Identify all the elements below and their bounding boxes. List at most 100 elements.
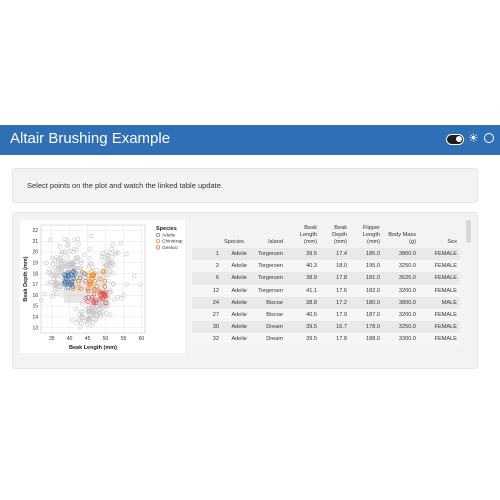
- y-tick-label: 17: [32, 282, 38, 288]
- table-cell: 2: [215, 263, 219, 270]
- table-cell: FEMALE: [434, 275, 457, 282]
- app-root: Altair Brushing Example ☀ Select points …: [0, 0, 500, 500]
- table-cell: Adelie: [231, 287, 247, 294]
- sun-icon[interactable]: ☀: [468, 132, 480, 144]
- col-header-species: Species: [224, 239, 244, 245]
- table-cell: Adelie: [231, 336, 247, 343]
- legend-label-chinstrap: Chinstrap: [162, 239, 183, 245]
- table-scrollbar[interactable]: [466, 220, 471, 243]
- table-cell: 17.6: [336, 287, 347, 294]
- app-header: Altair Brushing Example ☀: [0, 125, 500, 155]
- y-tick-label: 21: [32, 239, 38, 245]
- table-row: 30 Adelie Dream 39.5 16.7 178.0 3250.0 FEMALE: [192, 321, 460, 334]
- data-table: Species Island Beak Length (mm) Beak Dep…: [192, 220, 460, 346]
- col-header-sex: Sex: [447, 239, 457, 245]
- table-cell: 181.0: [366, 275, 380, 282]
- table-cell: 180.0: [366, 299, 380, 306]
- data-point-unselected: [109, 246, 114, 251]
- legend-label-gentoo: Gentoo: [162, 245, 178, 251]
- table-cell: Torgersen: [258, 263, 283, 270]
- table-cell: 17.9: [336, 312, 347, 319]
- y-tick-label: 14: [32, 315, 38, 321]
- y-tick-label: 20: [32, 250, 38, 256]
- table-cell: FEMALE: [434, 312, 457, 319]
- table-cell: 38.9: [306, 275, 317, 282]
- linked-table: Species Island Beak Length (mm) Beak Dep…: [192, 220, 460, 353]
- table-cell: FEMALE: [434, 287, 457, 294]
- data-point-unselected: [85, 322, 90, 327]
- x-tick-label: 45: [85, 336, 91, 342]
- data-point-unselected: [70, 317, 76, 323]
- data-point-unselected: [74, 247, 80, 253]
- y-axis-title: Beak Depth (mm): [23, 256, 29, 301]
- data-point-unselected: [57, 244, 63, 249]
- data-point-unselected: [110, 255, 115, 260]
- data-point-unselected: [74, 319, 80, 325]
- table-cell: 186.0: [366, 251, 380, 258]
- data-point-unselected: [108, 312, 113, 317]
- table-cell: 24: [212, 299, 219, 306]
- table-cell: 39.5: [306, 324, 317, 331]
- table-row: 1 Adelie Torgersen 39.5 17.4 186.0 3800.0 FEMAL…: [192, 248, 460, 261]
- y-tick-label: 16: [32, 293, 38, 299]
- table-cell: MALE: [441, 299, 457, 306]
- legend-symbol-gentoo: [155, 245, 161, 250]
- table-cell: 6: [215, 275, 219, 282]
- data-point-unselected: [49, 256, 55, 261]
- data-point-unselected: [90, 319, 96, 325]
- table-cell: Dream: [266, 336, 283, 343]
- instructions-text: Select points on the plot and watch the …: [27, 181, 223, 190]
- table-cell: 3300.0: [398, 336, 416, 343]
- x-tick-label: 55: [121, 336, 127, 342]
- data-point-unselected: [106, 278, 111, 284]
- data-point-unselected: [76, 242, 81, 247]
- table-cell: 3800.0: [398, 251, 416, 258]
- table-row: 24 Adelie Biscoe 38.8 17.2 180.0 3800.0 MALE: [192, 296, 460, 309]
- page-title: Altair Brushing Example: [10, 130, 171, 147]
- table-cell: 3625.0: [398, 275, 416, 282]
- table-cell: 178.0: [366, 324, 380, 331]
- table-cell: 41.1: [306, 287, 317, 294]
- scatter-plot-svg[interactable]: 35 40 45 50 55 60 13 14 15 16 17 18 19 20 21 22 Beak Len…: [20, 220, 185, 353]
- data-point-unselected: [90, 264, 95, 270]
- data-point-unselected: [53, 291, 59, 297]
- table-cell: 3200.0: [398, 287, 416, 294]
- data-point-unselected: [64, 254, 70, 259]
- y-tick-label: 13: [32, 325, 38, 331]
- y-tick-label: 22: [32, 228, 38, 234]
- data-point-unselected: [132, 273, 137, 278]
- table-cell: Biscoe: [266, 312, 283, 319]
- legend-symbol-adelie: [155, 232, 161, 238]
- data-point-unselected: [75, 236, 81, 242]
- table-cell: Dream: [266, 324, 283, 331]
- theme-toggle-icon[interactable]: [446, 134, 464, 145]
- x-tick-label: 35: [49, 336, 55, 342]
- table-cell: Torgersen: [258, 251, 283, 258]
- data-point-unselected: [42, 291, 48, 297]
- data-point-unselected: [124, 251, 129, 257]
- table-cell: 187.0: [366, 312, 380, 319]
- instructions-card: Select points on the plot and watch the …: [12, 168, 478, 203]
- table-cell: Adelie: [231, 324, 247, 331]
- table-cell: 40.3: [306, 263, 317, 270]
- x-tick-label: 60: [139, 336, 145, 342]
- scatter-plot[interactable]: 35 40 45 50 55 60 13 14 15 16 17 18 19 20 21 22 Beak Len…: [20, 220, 185, 353]
- data-point-unselected: [87, 246, 92, 251]
- table-cell: Adelie: [231, 312, 247, 319]
- table-cell: FEMALE: [434, 263, 457, 270]
- table-body: 1 Adelie Torgersen 39.5 17.4 186.0 3800.0 FEMAL…: [192, 248, 460, 346]
- col-header-index: [192, 220, 222, 248]
- table-cell: 16.7: [336, 324, 347, 331]
- table-cell: 3250.0: [398, 324, 416, 331]
- table-cell: Torgersen: [258, 275, 283, 282]
- table-cell: Biscoe: [266, 299, 283, 306]
- table-row: 2 Adelie Torgersen 40.3 18.0 195.0 3250.0 FEMAL…: [192, 260, 460, 273]
- table-cell: 39.5: [306, 336, 317, 343]
- table-cell: 39.5: [306, 251, 317, 258]
- moon-icon[interactable]: [484, 133, 494, 143]
- table-cell: 17.4: [336, 251, 347, 258]
- data-point-unselected: [111, 262, 116, 268]
- table-cell: Adelie: [231, 263, 247, 270]
- x-tick-label: 40: [67, 336, 73, 342]
- table-row: 6 Adelie Torgersen 38.9 17.8 181.0 3625.0 FEMAL…: [192, 272, 460, 285]
